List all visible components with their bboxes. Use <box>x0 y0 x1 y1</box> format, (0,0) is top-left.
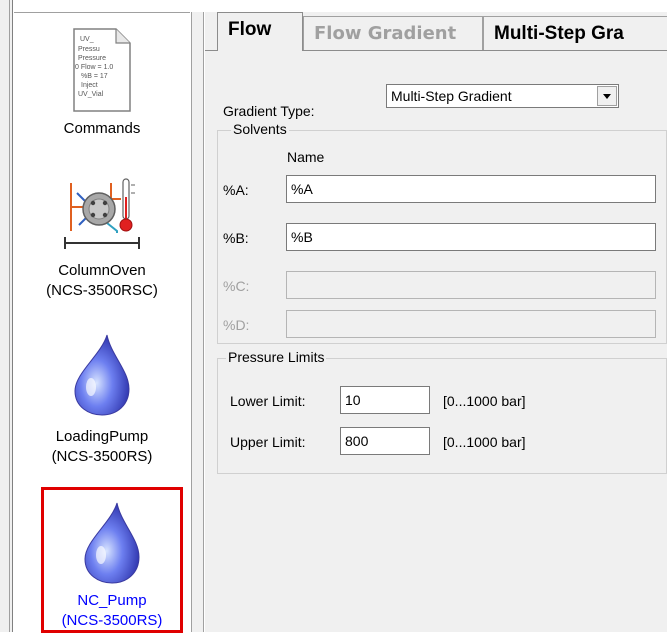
sidebar-item-columnoven[interactable]: ColumnOven (NCS-3500RSC) <box>14 173 190 303</box>
lower-limit-input[interactable]: 10 <box>340 386 430 414</box>
edge-line <box>12 0 13 632</box>
solvent-a-name-input[interactable]: %A <box>286 175 656 203</box>
sidebar-item-sublabel: (NCS-3500RS) <box>61 612 163 629</box>
chevron-down-icon[interactable] <box>597 86 617 106</box>
main-panel: Flow Flow Gradient Multi-Step Gra Gradie… <box>205 12 667 632</box>
upper-limit-input[interactable]: 800 <box>340 427 430 455</box>
sidebar-item-label: Commands <box>63 120 141 137</box>
commands-document-icon: UV_ Pressu Pressure 0 Flow = 1.0 %B = 17… <box>73 28 131 112</box>
tab-flow[interactable]: Flow <box>217 12 303 51</box>
sidebar-item-label: ColumnOven <box>58 262 146 279</box>
solvents-group-title: Solvents <box>231 121 289 137</box>
edge-line <box>9 0 10 632</box>
sidebar-item-nc-pump[interactable]: NC_Pump (NCS-3500RS) <box>41 487 183 633</box>
solvent-a-label: %A: <box>223 182 249 198</box>
svg-text:Inject: Inject <box>81 82 98 89</box>
lower-limit-label: Lower Limit: <box>230 393 306 409</box>
svg-text:UV_Vial: UV_Vial <box>78 91 104 98</box>
solvent-d-name-input <box>286 310 656 338</box>
tab-flow-gradient[interactable]: Flow Gradient <box>303 16 483 50</box>
svg-text:UV_: UV_ <box>80 36 94 43</box>
tab-multi-step-gradient[interactable]: Multi-Step Gra <box>483 16 667 50</box>
sidebar-item-sublabel: (NCS-3500RS) <box>51 448 153 465</box>
pressure-limits-group-title: Pressure Limits <box>226 349 327 365</box>
tab-bar: Flow Flow Gradient Multi-Step Gra <box>205 12 667 51</box>
svg-text:%B = 17: %B = 17 <box>81 73 108 80</box>
gradient-type-label: Gradient Type: <box>223 103 315 119</box>
pump-drop-icon <box>84 502 140 584</box>
sidebar-item-loadingpump[interactable]: LoadingPump (NCS-3500RS) <box>14 333 190 473</box>
solvent-b-name-input[interactable]: %B <box>286 223 656 251</box>
sidebar-item-sublabel: (NCS-3500RSC) <box>46 282 158 299</box>
solvent-c-label: %C: <box>223 278 250 294</box>
upper-limit-label: Upper Limit: <box>230 434 306 450</box>
gradient-type-value: Multi-Step Gradient <box>391 88 512 104</box>
solvent-d-label: %D: <box>223 317 250 333</box>
pressure-limits-group <box>217 358 667 474</box>
pump-drop-icon <box>74 334 130 416</box>
lower-limit-range: [0...1000 bar] <box>443 393 526 409</box>
device-sidebar: UV_ Pressu Pressure 0 Flow = 1.0 %B = 17… <box>14 12 190 633</box>
svg-text:0 Flow = 1.0: 0 Flow = 1.0 <box>75 64 113 71</box>
sidebar-item-commands[interactable]: UV_ Pressu Pressure 0 Flow = 1.0 %B = 17… <box>14 27 190 155</box>
sidebar-splitter[interactable] <box>191 12 204 632</box>
solvent-c-name-input <box>286 271 656 299</box>
sidebar-item-label: NC_Pump <box>77 592 147 609</box>
gradient-type-dropdown[interactable]: Multi-Step Gradient <box>386 84 619 108</box>
upper-limit-range: [0...1000 bar] <box>443 434 526 450</box>
solvent-name-header: Name <box>287 149 325 165</box>
column-oven-icon <box>64 178 140 249</box>
svg-text:Pressure: Pressure <box>78 55 106 62</box>
sidebar-item-label: LoadingPump <box>55 428 149 445</box>
window-left-edge <box>0 0 13 632</box>
svg-text:Pressu: Pressu <box>78 46 100 53</box>
solvent-b-label: %B: <box>223 230 249 246</box>
